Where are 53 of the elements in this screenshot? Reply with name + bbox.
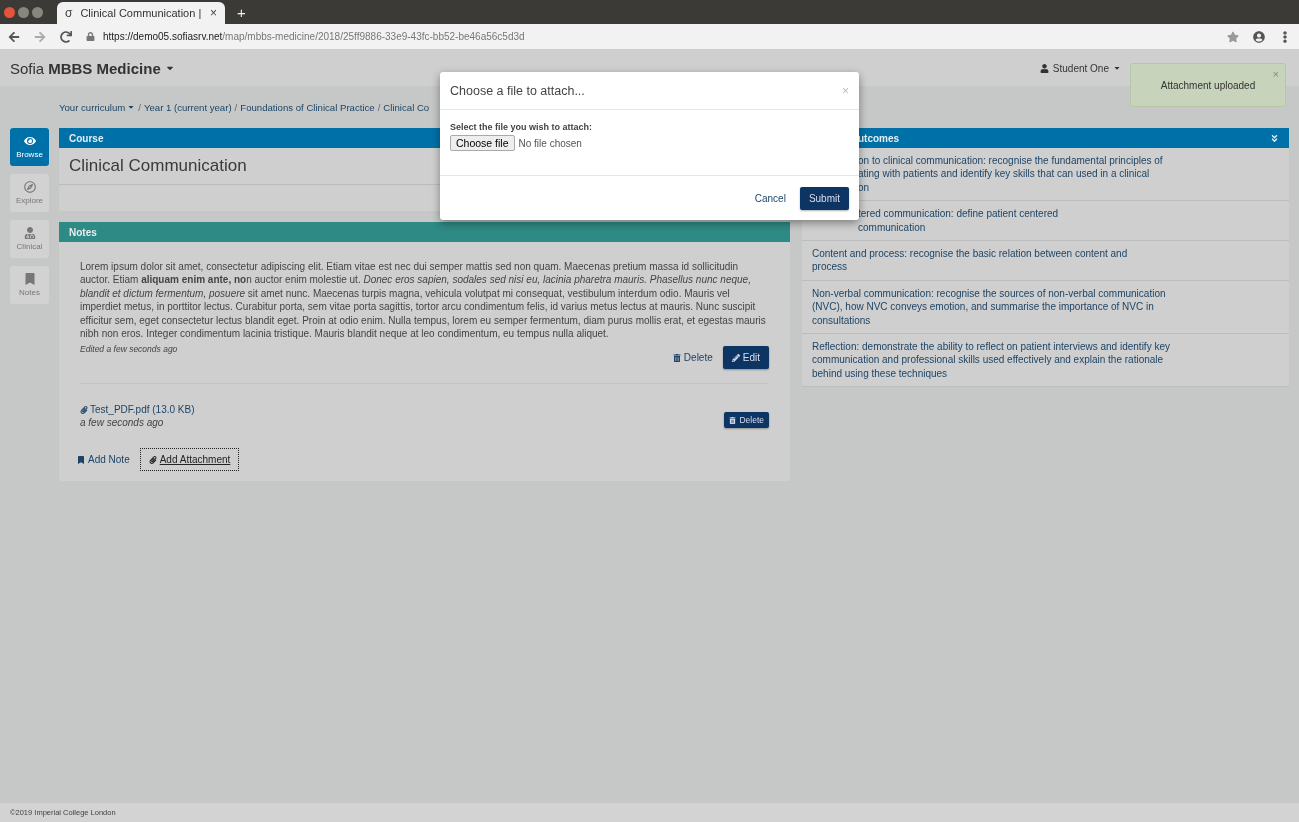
add-attachment-button[interactable]: Add Attachment <box>139 448 240 472</box>
attachment-time: a few seconds ago <box>80 417 165 429</box>
trash-icon <box>672 353 681 362</box>
paperclip-icon <box>80 405 88 414</box>
delete-button[interactable]: Delete <box>724 412 769 429</box>
new-tab-button[interactable]: + <box>237 3 246 21</box>
caret-icon <box>127 103 136 111</box>
breadcrumb-link[interactable]: Foundations of Clinical Practice <box>240 101 375 113</box>
edited-time: Edited a few seconds ago <box>80 344 178 355</box>
app-title[interactable]: Sofia MBBS Medicine <box>10 59 1040 77</box>
bookmark-icon <box>23 273 36 285</box>
file-status: No file chosen <box>518 137 582 149</box>
sidebar-item[interactable]: Browse <box>10 128 49 166</box>
breadcrumb-separator: / <box>234 101 238 113</box>
submit-button[interactable]: Submit <box>799 186 849 210</box>
breadcrumb-separator: / <box>377 101 381 113</box>
doctor-icon <box>23 227 36 239</box>
breadcrumb-link[interactable]: Your curriculum <box>59 101 136 113</box>
trash-icon <box>729 416 737 424</box>
reload-icon[interactable] <box>60 30 72 43</box>
window-controls[interactable] <box>4 6 43 18</box>
outcome-link[interactable]: Reflection: demonstrate the ability to reflect on patient interviews and identify key communication and professional skills used effectively and explain the rationale behind using these techniques <box>802 334 1289 388</box>
collapse-icon[interactable] <box>1270 133 1279 143</box>
profile-icon[interactable] <box>1253 30 1265 43</box>
compass-icon <box>23 181 36 193</box>
browser-tab[interactable]: σ Clinical Communication | × <box>57 2 225 24</box>
attachment-link[interactable]: Test_PDF.pdf (13.0 KB) <box>80 404 195 416</box>
star-icon[interactable] <box>1227 30 1239 43</box>
lock-icon <box>86 32 95 41</box>
bookmark-icon <box>77 455 85 464</box>
edit-button[interactable]: Edit <box>722 346 769 370</box>
pencil-icon <box>731 353 740 362</box>
back-icon[interactable] <box>8 30 20 43</box>
breadcrumb-link[interactable]: Year 1 (current year) <box>143 101 232 113</box>
user-icon <box>1039 63 1049 73</box>
site-icon: σ <box>65 6 73 20</box>
outcome-link[interactable]: Non-verbal communication: recognise the sources of non-verbal communication (NVC), how NVC conveys emotion, and summarise the importance of NVC in consultations <box>802 280 1289 335</box>
delete-button[interactable]: Delete <box>672 352 713 364</box>
user-menu[interactable]: Student One <box>1039 62 1121 74</box>
toast-message: Attachment uploaded × <box>1130 63 1286 107</box>
choose-file-button[interactable]: Choose file <box>450 135 515 151</box>
eye-icon <box>23 135 36 147</box>
breadcrumb-link[interactable]: Clinical Co <box>383 101 430 113</box>
outcome-link[interactable]: Content and process: recognise the basic relation between content and process <box>802 241 1289 281</box>
note-text: Lorem ipsum dolor sit amet, consectetur adipiscing elit. Etiam vitae est nec dui semper mattis sed non quam. Maecenas pretium massa id sollicitudin auctor. Etiam aliquam enim ante, non auctor enim molestie ut. Donec eros sapien, sodales sed nisi eu, lacinia pharetra mauris. Phasellus nunc neque, blandit et dictum fermentum, posuere sit amet nunc. Maecenas turpis magna, vehicula volutpat mi consequat, vestibulum interdum odio. Mauris vel imperdiet metus, in porttitor lectus. Curabitur porta, sem vitae porta sagittis, tortor arcu condimentum felis, id varius metus lectus at mauris. Nunc suscipit efficitur sem, eget consectetur lectus blandit eget. Proin at odio enim. Nulla tempus, lorem eu semper fermentum, diam purus mollis erat, et egestas mauris nibh non eros. Integer condimentum lacinia tristique. Mauris blandit neque at leo condimentum, eu tempus nulla aliquet. <box>80 260 767 341</box>
paperclip-icon <box>148 455 157 464</box>
close-icon[interactable]: × <box>210 6 217 20</box>
panel-heading: Notes <box>59 222 790 242</box>
dialog-title: Choose a file to attach... <box>450 83 585 98</box>
cancel-button[interactable]: Cancel <box>754 192 786 204</box>
add-note-button[interactable]: Add Note <box>77 454 130 466</box>
breadcrumb-separator: / <box>138 101 141 113</box>
caret-icon <box>1113 64 1121 72</box>
